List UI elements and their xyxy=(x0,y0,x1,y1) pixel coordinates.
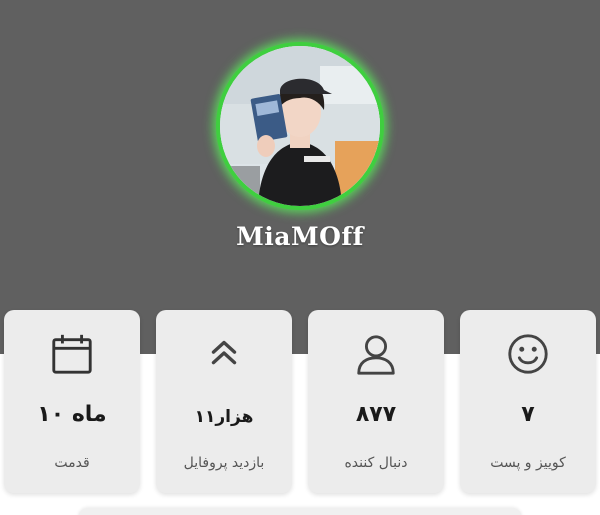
stat-value-profile-views: ۱۱هزار xyxy=(194,407,254,427)
double-chevron-up-icon xyxy=(156,330,292,378)
smiley-icon xyxy=(460,330,596,378)
stat-label-followers: دنبال کننده xyxy=(344,455,408,471)
stat-label-quizzes-posts: کوییز و پست xyxy=(490,455,566,471)
stat-label-profile-views: بازدید پروفایل xyxy=(183,455,265,471)
profile-photo xyxy=(220,46,380,206)
calendar-icon xyxy=(4,330,140,378)
username: MiaMOff xyxy=(236,222,364,251)
stat-card-followers[interactable]: ۸۷۷ دنبال کننده xyxy=(308,310,444,493)
bottom-panel xyxy=(78,508,522,515)
stat-label-tenure: قدمت xyxy=(54,455,90,471)
avatar[interactable] xyxy=(216,42,384,210)
profile-photo-image xyxy=(220,46,380,206)
stat-card-tenure[interactable]: ۱۰ ماه قدمت xyxy=(4,310,140,493)
stat-value-followers: ۸۷۷ xyxy=(355,402,397,427)
stats-row: ۱۰ ماه قدمت ۱۱هزار بازدید پروفایل ۸۷۷ دن… xyxy=(4,310,596,493)
stat-value-tenure: ۱۰ ماه xyxy=(37,402,107,427)
user-icon xyxy=(308,330,444,378)
stat-card-quizzes-posts[interactable]: ۷ کوییز و پست xyxy=(460,310,596,493)
stat-value-quizzes-posts: ۷ xyxy=(521,402,535,427)
stat-card-profile-views[interactable]: ۱۱هزار بازدید پروفایل xyxy=(156,310,292,493)
profile-page: MiaMOff ۱۰ ماه قدمت ۱۱هزار بازدید پروفای… xyxy=(0,0,600,515)
